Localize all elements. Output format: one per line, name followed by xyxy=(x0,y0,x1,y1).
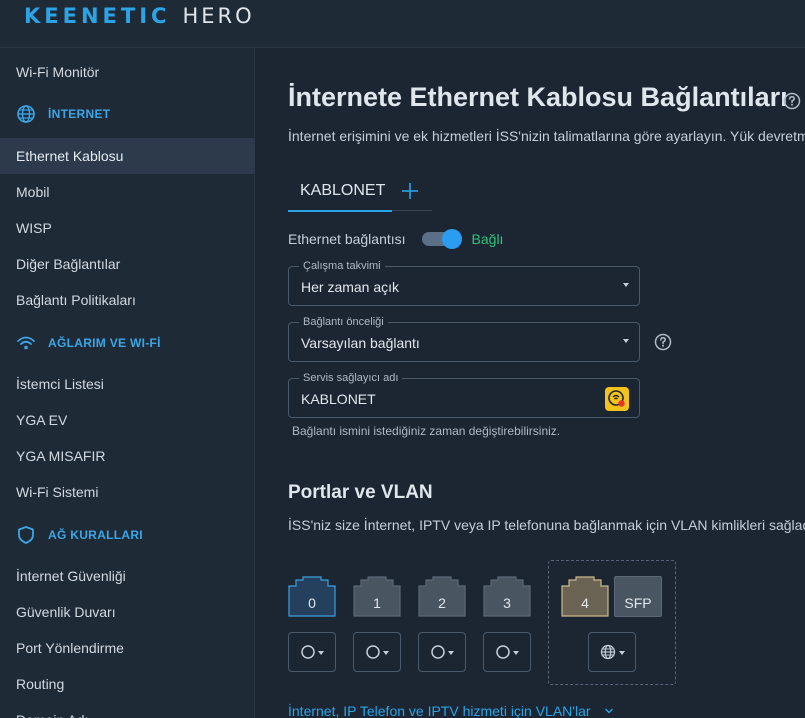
sidebar-item-internet-security[interactable]: İnternet Güvenliği xyxy=(0,558,255,594)
port-4[interactable]: 4 xyxy=(561,576,609,617)
brand-name: KEENETIC xyxy=(24,4,171,28)
port-label: 1 xyxy=(373,595,381,611)
port-label: 3 xyxy=(503,595,511,611)
sidebar-item-other-connections[interactable]: Diğer Bağlantılar xyxy=(0,246,255,282)
sidebar-item-yga-ev[interactable]: YGA EV xyxy=(0,402,255,438)
ethernet-connection-label: Ethernet bağlantısı xyxy=(288,231,406,247)
sidebar-section-label: AĞLARIM VE WI-Fİ xyxy=(48,336,161,350)
sidebar-section-rules: AĞ KURALLARI xyxy=(0,517,255,553)
wifi-icon xyxy=(16,333,36,353)
globe-icon xyxy=(16,104,36,124)
port-3[interactable]: 3 xyxy=(483,576,531,617)
port-label: SFP xyxy=(624,595,652,611)
globe-icon xyxy=(600,644,615,660)
circle-icon xyxy=(495,645,510,659)
shield-icon xyxy=(16,525,36,545)
sidebar-item-port-forwarding[interactable]: Port Yönlendirme xyxy=(0,630,255,666)
port-2[interactable]: 2 xyxy=(418,576,466,617)
provider-name-hint: Bağlantı ismini istediğiniz zaman değişt… xyxy=(292,424,561,438)
toggle-knob xyxy=(441,229,462,249)
sidebar-item-domain-name[interactable]: Domain Adı xyxy=(0,702,255,718)
circle-icon xyxy=(365,645,380,659)
help-icon[interactable] xyxy=(783,92,801,115)
sidebar-item-wifi-system[interactable]: Wi-Fi Sistemi xyxy=(0,474,255,510)
circle-icon xyxy=(430,645,445,659)
vlan-settings-link[interactable]: İnternet, IP Telefon ve IPTV hizmeti içi… xyxy=(288,703,615,718)
sidebar-item-mobile[interactable]: Mobil xyxy=(0,174,255,210)
schedule-label: Çalışma takvimi xyxy=(299,260,385,272)
schedule-select[interactable]: Çalışma takvimi Her zaman açık xyxy=(288,260,640,306)
sidebar-section-label: İNTERNET xyxy=(48,107,111,121)
priority-select[interactable]: Bağlantı önceliği Varsayılan bağlantı xyxy=(288,316,640,362)
sidebar-item-ethernet[interactable]: Ethernet Kablosu xyxy=(0,138,255,174)
port-2-mode-button[interactable] xyxy=(418,632,466,672)
chevron-down-icon xyxy=(512,650,519,655)
sidebar-section-networks: AĞLARIM VE WI-Fİ xyxy=(0,325,255,361)
port-0-mode-button[interactable] xyxy=(288,632,336,672)
priority-label: Bağlantı önceliği xyxy=(299,316,388,328)
sidebar-item-wifi-monitor[interactable]: Wi-Fi Monitör xyxy=(0,54,255,90)
sidebar-item-wisp[interactable]: WISP xyxy=(0,210,255,246)
port-sfp[interactable]: SFP xyxy=(614,576,662,617)
chevron-down-icon xyxy=(317,650,324,655)
priority-value: Varsayılan bağlantı xyxy=(301,335,420,351)
ethernet-connection-toggle[interactable] xyxy=(421,229,462,249)
chevron-down-icon xyxy=(623,339,629,343)
port-label: 0 xyxy=(308,595,316,611)
provider-name-label: Servis sağlayıcı adı xyxy=(299,372,403,384)
ethernet-connection-row: Ethernet bağlantısı Bağlı xyxy=(288,228,503,250)
port-label: 4 xyxy=(581,595,589,611)
circle-icon xyxy=(300,645,315,659)
sidebar-item-client-list[interactable]: İstemci Listesi xyxy=(0,366,255,402)
schedule-value: Her zaman açık xyxy=(301,279,400,295)
chevron-down-icon xyxy=(618,650,625,655)
page-subtitle: İnternet erişimini ve ek hizmetleri İSS'… xyxy=(288,128,805,144)
port-0[interactable]: 0 xyxy=(288,576,336,617)
provider-name-value: KABLONET xyxy=(301,391,376,407)
tab-kablonet[interactable]: KABLONET xyxy=(288,172,392,212)
sidebar-item-yga-misafir[interactable]: YGA MISAFIR xyxy=(0,438,255,474)
sidebar-item-routing[interactable]: Routing xyxy=(0,666,255,702)
page-title: İnternete Ethernet Kablosu Bağlantıları xyxy=(288,82,788,112)
port-3-mode-button[interactable] xyxy=(483,632,531,672)
chevron-down-icon xyxy=(623,283,629,287)
chevron-down-icon xyxy=(447,650,454,655)
wan-mode-button[interactable] xyxy=(588,632,636,672)
main-content: İnternete Ethernet Kablosu Bağlantıları … xyxy=(256,48,805,718)
vlan-link-label: İnternet, IP Telefon ve IPTV hizmeti içi… xyxy=(288,703,591,718)
sidebar-item-connection-policies[interactable]: Bağlantı Politikaları xyxy=(0,282,255,318)
model-name: HERO xyxy=(182,4,255,28)
sidebar-item-firewall[interactable]: Güvenlik Duvarı xyxy=(0,594,255,630)
connection-status: Bağlı xyxy=(471,231,504,247)
priority-help-icon[interactable] xyxy=(654,333,672,356)
tab-divider xyxy=(392,210,432,211)
port-1-mode-button[interactable] xyxy=(353,632,401,672)
chevron-down-icon xyxy=(604,708,613,714)
logo[interactable]: KEENETIC HERO xyxy=(24,4,255,28)
ports-section-title: Portlar ve VLAN xyxy=(288,482,433,503)
ports-section-subtitle: İSS'niz size İnternet, IPTV veya IP tele… xyxy=(288,517,805,533)
sidebar: Wi-Fi Monitör İNTERNET Ethernet Kablosu … xyxy=(0,48,255,718)
add-connection-icon[interactable] xyxy=(401,182,419,200)
sidebar-section-internet: İNTERNET xyxy=(0,96,255,132)
sidebar-section-label: AĞ KURALLARI xyxy=(48,528,143,542)
top-bar: KEENETIC HERO xyxy=(0,0,805,48)
provider-name-field[interactable]: Servis sağlayıcı adı KABLONET xyxy=(288,372,640,418)
chevron-down-icon xyxy=(382,650,389,655)
port-1[interactable]: 1 xyxy=(353,576,401,617)
isp-select-icon[interactable] xyxy=(605,387,629,411)
port-label: 2 xyxy=(438,595,446,611)
